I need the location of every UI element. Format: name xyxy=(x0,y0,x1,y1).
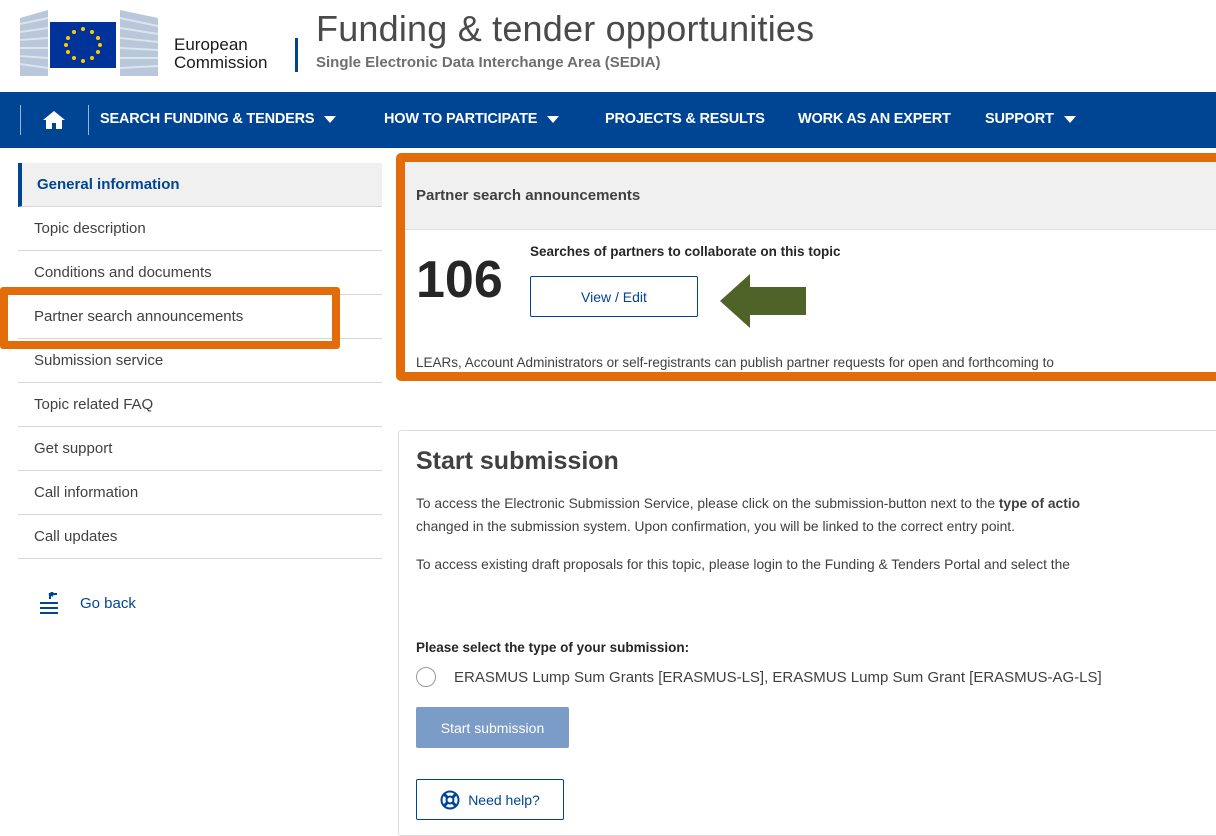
header-divider xyxy=(295,38,298,72)
start-submission-button[interactable]: Start submission xyxy=(416,707,569,748)
go-back-label: Go back xyxy=(80,594,136,612)
home-icon[interactable] xyxy=(42,110,66,130)
sidebar-item-label: Conditions and documents xyxy=(34,264,212,281)
site-subtitle: Single Electronic Data Interchange Area … xyxy=(316,54,661,71)
sidebar-item-label: Topic related FAQ xyxy=(34,396,154,413)
go-back-icon xyxy=(40,592,58,614)
sidebar-item-call-updates[interactable]: Call updates xyxy=(18,515,382,559)
nav-label: HOW TO PARTICIPATE xyxy=(384,111,538,127)
radio-option-label: ERASMUS Lump Sum Grants [ERASMUS-LS], ER… xyxy=(454,668,1102,686)
sidebar-item-general-information[interactable]: General information xyxy=(18,163,382,207)
highlight-box-sidebar xyxy=(0,287,340,349)
para1-bold: type of actio xyxy=(998,496,1081,511)
highlight-box-partner-panel xyxy=(396,153,1216,381)
sidebar-item-label: Submission service xyxy=(34,352,164,369)
radio-button[interactable] xyxy=(416,667,436,687)
nav-support[interactable]: SUPPORT xyxy=(985,111,1076,127)
sidebar-item-call-information[interactable]: Call information xyxy=(18,471,382,515)
ec-line2: Commission xyxy=(174,53,268,72)
site-header: European Commission Funding & tender opp… xyxy=(0,0,1216,92)
submission-paragraph-1: To access the Electronic Submission Serv… xyxy=(416,496,1080,511)
sidebar: General information Topic description Co… xyxy=(18,163,382,559)
sidebar-item-label: Topic description xyxy=(34,220,146,237)
nav-projects-results[interactable]: PROJECTS & RESULTS xyxy=(605,111,765,127)
go-back-link[interactable]: Go back xyxy=(38,592,136,614)
sidebar-item-label: Call information xyxy=(34,484,139,501)
need-help-button[interactable]: Need help? xyxy=(416,779,564,820)
sidebar-item-label: General information xyxy=(37,176,180,193)
sidebar-item-label: Call updates xyxy=(34,528,118,545)
sidebar-item-get-support[interactable]: Get support xyxy=(18,427,382,471)
nav-divider xyxy=(88,105,89,135)
start-submission-title: Start submission xyxy=(416,447,619,475)
caret-down-icon xyxy=(547,115,560,123)
sidebar-item-topic-faq[interactable]: Topic related FAQ xyxy=(18,383,382,427)
nav-how-to-participate[interactable]: HOW TO PARTICIPATE xyxy=(384,111,560,127)
start-submission-panel xyxy=(398,430,1216,836)
site-title[interactable]: Funding & tender opportunities xyxy=(316,8,814,50)
eu-flag-icon xyxy=(20,10,158,76)
lifebuoy-icon xyxy=(440,790,460,809)
ec-logo[interactable] xyxy=(20,8,160,78)
nav-label: SEARCH FUNDING & TENDERS xyxy=(100,111,315,127)
submission-paragraph-2: To access existing draft proposals for t… xyxy=(416,557,1070,572)
need-help-label: Need help? xyxy=(468,791,540,808)
submission-type-label: Please select the type of your submissio… xyxy=(416,640,690,655)
ec-line1: European xyxy=(174,35,248,54)
nav-label: PROJECTS & RESULTS xyxy=(605,111,765,127)
nav-search-funding[interactable]: SEARCH FUNDING & TENDERS xyxy=(100,111,337,127)
nav-divider xyxy=(20,105,21,135)
submission-type-option[interactable]: ERASMUS Lump Sum Grants [ERASMUS-LS], ER… xyxy=(416,667,1102,687)
caret-down-icon xyxy=(1063,115,1076,123)
sidebar-item-label: Get support xyxy=(34,440,113,457)
nav-label: WORK AS AN EXPERT xyxy=(798,111,951,127)
submission-paragraph-1-line2: changed in the submission system. Upon c… xyxy=(416,519,1015,534)
main-navigation: SEARCH FUNDING & TENDERS HOW TO PARTICIP… xyxy=(0,92,1216,148)
nav-work-as-expert[interactable]: WORK AS AN EXPERT xyxy=(798,111,951,127)
ec-wordmark: European Commission xyxy=(174,36,268,72)
sidebar-item-topic-description[interactable]: Topic description xyxy=(18,207,382,251)
nav-label: SUPPORT xyxy=(985,111,1054,127)
caret-down-icon xyxy=(324,115,337,123)
para1-text: To access the Electronic Submission Serv… xyxy=(416,496,999,511)
